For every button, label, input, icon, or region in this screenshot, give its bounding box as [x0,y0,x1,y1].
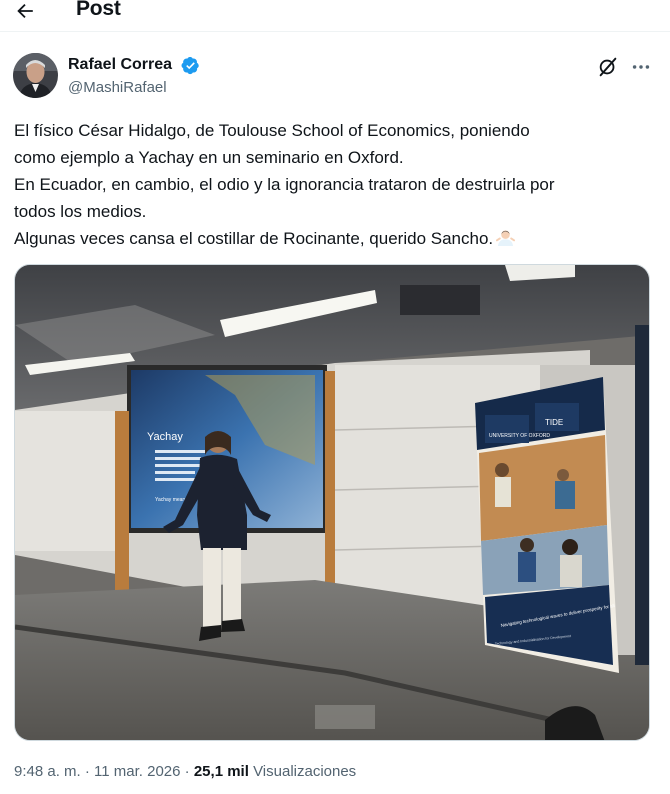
post-metadata: 9:48 a. m. · 11 mar. 2026 · 25,1 mil Vis… [14,763,356,780]
author-handle[interactable]: @MashiRafael [68,79,167,96]
tweet-line: Algunas veces cansa el costillar de Roci… [14,229,494,248]
tweet-line: En Ecuador, en cambio, el odio y la igno… [14,175,555,194]
back-button[interactable] [14,0,36,22]
man-shrugging-emoji-icon [496,230,516,247]
banner-logo-oxford: UNIVERSITY OF OXFORD [489,433,550,439]
meta-separator: · [184,763,190,780]
tweet-line: todos los medios. [14,202,147,221]
slide-title: Yachay [147,431,183,443]
seminar-photo: Yachay Yachay means... UNIVERSITY OF OXF… [15,265,649,740]
verified-badge-icon [181,56,199,75]
views-count[interactable]: 25,1 mil [194,763,249,780]
tweet-text: El físico César Hidalgo, de Toulouse Sch… [14,117,654,252]
more-button[interactable] [630,56,652,78]
tweet-line: El físico César Hidalgo, de Toulouse Sch… [14,121,530,140]
tweet-line: como ejemplo a Yachay en un seminario en… [14,148,404,167]
post-time[interactable]: 9:48 a. m. [14,763,81,780]
views-label: Visualizaciones [253,763,357,780]
grok-icon [599,57,617,77]
post-header: Post [0,0,670,26]
author-name[interactable]: Rafael Correa [68,56,172,74]
post-date[interactable]: 11 mar. 2026 [94,763,180,780]
meta-separator: · [84,763,90,780]
tweet-line-last: Algunas veces cansa el costillar de Roci… [14,225,654,252]
arrow-left-icon [17,3,33,19]
avatar[interactable] [13,53,58,98]
more-icon [632,65,650,69]
banner-logo-tide: TIDE [545,418,563,427]
grok-button[interactable] [597,56,619,78]
page-title: Post [76,0,121,20]
header-divider [0,31,670,32]
tweet-photo[interactable]: Yachay Yachay means... UNIVERSITY OF OXF… [14,264,650,741]
